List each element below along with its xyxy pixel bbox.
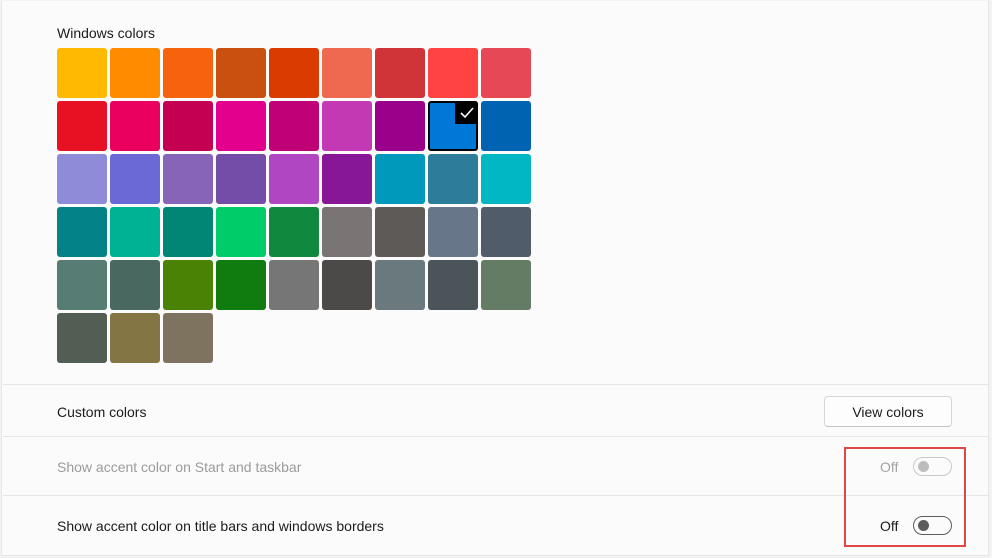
color-swatch[interactable] xyxy=(110,48,160,98)
color-swatch[interactable] xyxy=(57,48,107,98)
color-swatch[interactable] xyxy=(110,154,160,204)
color-swatch[interactable] xyxy=(110,260,160,310)
color-swatch[interactable] xyxy=(322,101,372,151)
color-swatch[interactable] xyxy=(216,48,266,98)
color-swatch[interactable] xyxy=(57,101,107,151)
color-swatch[interactable] xyxy=(163,48,213,98)
color-swatch[interactable] xyxy=(322,260,372,310)
color-swatch[interactable] xyxy=(163,207,213,257)
color-swatch[interactable] xyxy=(57,313,107,363)
color-swatch[interactable] xyxy=(57,260,107,310)
color-swatch[interactable] xyxy=(216,260,266,310)
color-swatch-grid xyxy=(57,48,533,364)
color-swatch[interactable] xyxy=(481,207,531,257)
color-swatch[interactable] xyxy=(322,154,372,204)
color-swatch[interactable] xyxy=(269,48,319,98)
divider xyxy=(3,436,990,437)
color-swatch[interactable] xyxy=(216,207,266,257)
color-swatch[interactable] xyxy=(481,260,531,310)
color-swatch[interactable] xyxy=(269,101,319,151)
color-swatch[interactable] xyxy=(216,101,266,151)
view-colors-button[interactable]: View colors xyxy=(824,396,952,427)
color-swatch[interactable] xyxy=(428,154,478,204)
color-swatch[interactable] xyxy=(322,207,372,257)
color-swatch[interactable] xyxy=(57,154,107,204)
color-swatch[interactable] xyxy=(110,313,160,363)
highlight-box xyxy=(844,447,966,547)
checkmark-icon xyxy=(455,101,478,124)
color-swatch[interactable] xyxy=(375,101,425,151)
color-swatch[interactable] xyxy=(163,313,213,363)
color-swatch[interactable] xyxy=(481,154,531,204)
color-swatch[interactable] xyxy=(375,207,425,257)
divider xyxy=(3,495,990,496)
accent-start-taskbar-label: Show accent color on Start and taskbar xyxy=(57,459,302,475)
color-swatch[interactable] xyxy=(481,48,531,98)
color-swatch[interactable] xyxy=(428,207,478,257)
color-swatch[interactable] xyxy=(428,48,478,98)
windows-colors-title: Windows colors xyxy=(57,25,156,41)
color-swatch[interactable] xyxy=(163,260,213,310)
accent-title-bars-label: Show accent color on title bars and wind… xyxy=(57,518,384,534)
color-swatch[interactable] xyxy=(57,207,107,257)
color-swatch[interactable] xyxy=(110,207,160,257)
color-swatch[interactable] xyxy=(481,101,531,151)
color-swatch[interactable] xyxy=(375,260,425,310)
color-swatch[interactable] xyxy=(428,101,478,151)
color-swatch[interactable] xyxy=(269,260,319,310)
custom-colors-label: Custom colors xyxy=(57,404,147,420)
color-swatch[interactable] xyxy=(216,154,266,204)
color-swatch[interactable] xyxy=(163,101,213,151)
divider xyxy=(3,384,990,385)
color-swatch[interactable] xyxy=(110,101,160,151)
color-swatch[interactable] xyxy=(375,48,425,98)
color-swatch[interactable] xyxy=(428,260,478,310)
color-swatch[interactable] xyxy=(375,154,425,204)
color-swatch[interactable] xyxy=(322,48,372,98)
color-swatch[interactable] xyxy=(269,154,319,204)
settings-panel: Windows colors Custom colors View colors… xyxy=(1,1,990,556)
color-swatch[interactable] xyxy=(163,154,213,204)
color-swatch[interactable] xyxy=(269,207,319,257)
